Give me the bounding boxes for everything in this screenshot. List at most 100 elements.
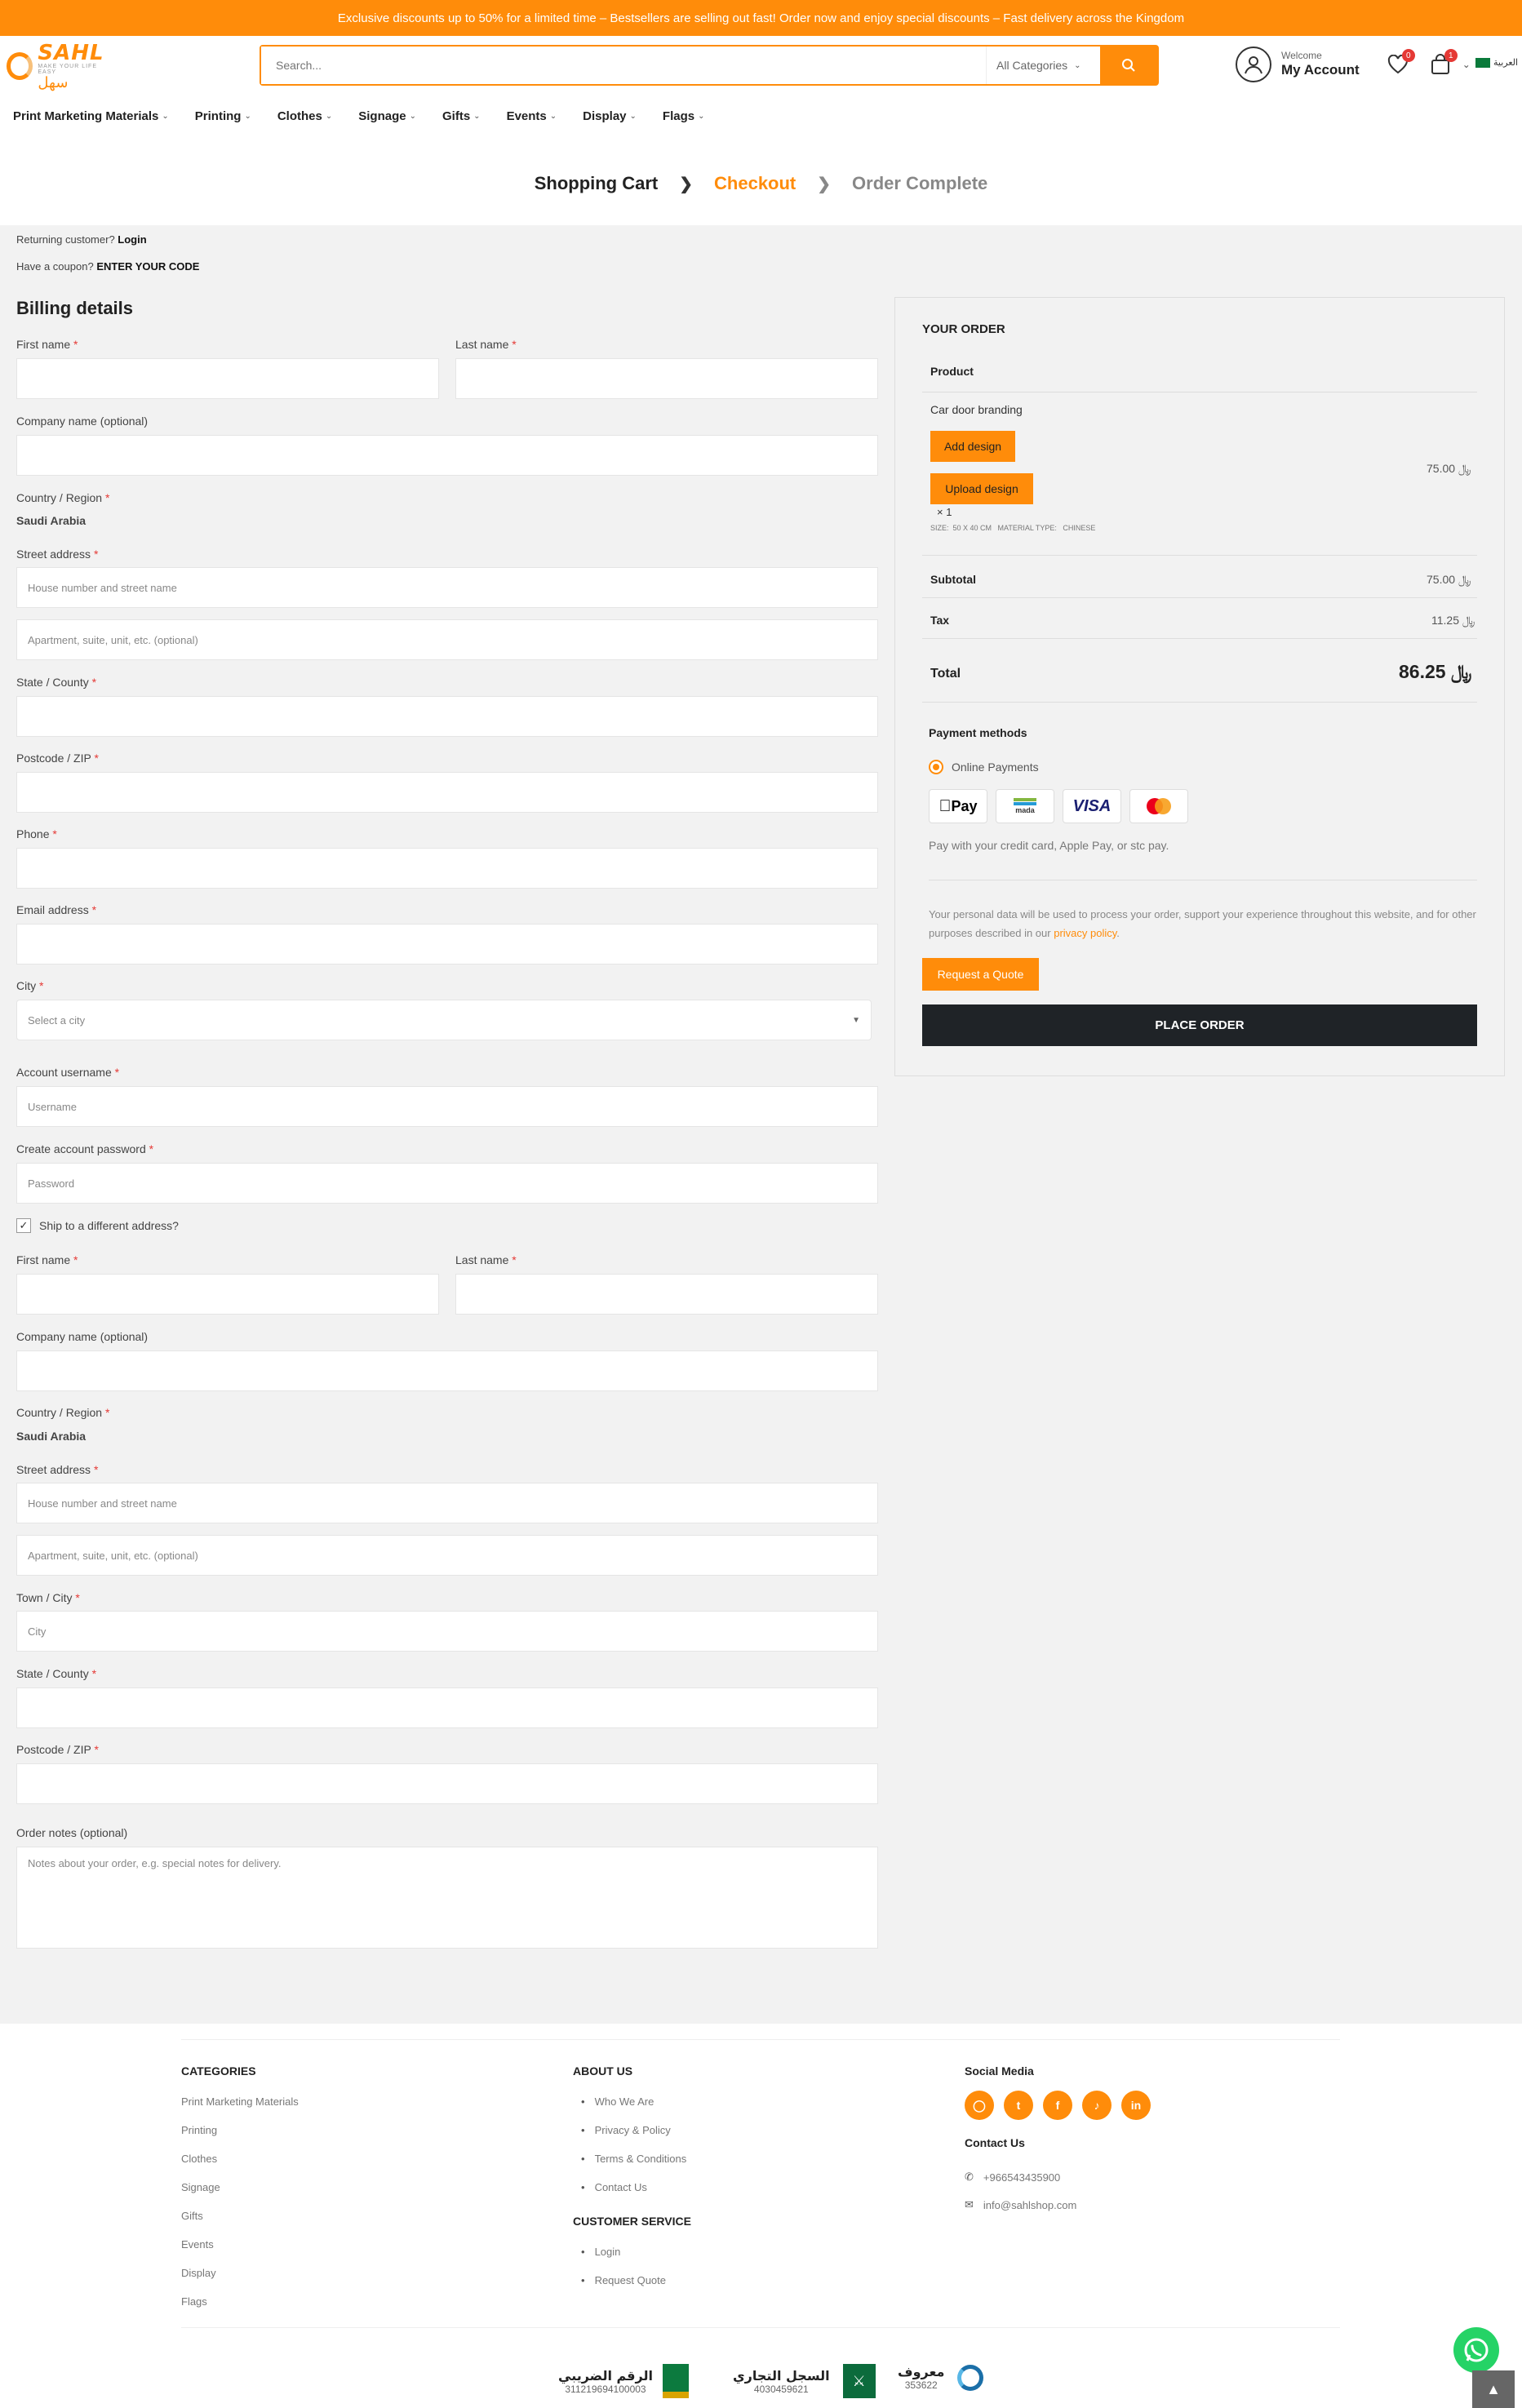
nav-item-events[interactable]: Events ⌄	[507, 106, 557, 126]
shipping-state-input[interactable]	[16, 1687, 878, 1728]
facebook-icon[interactable]: f	[1043, 2091, 1072, 2120]
footer-social-title: Social Media	[965, 2064, 1034, 2078]
footer-link[interactable]: Display	[181, 2267, 299, 2279]
scroll-to-top-button[interactable]: ▲	[1472, 2370, 1515, 2408]
upload-design-button[interactable]: Upload design	[930, 473, 1033, 504]
nav-item-clothes[interactable]: Clothes ⌄	[277, 106, 332, 126]
nav-item-flags[interactable]: Flags ⌄	[663, 106, 705, 126]
billing-state-input[interactable]	[16, 696, 878, 737]
linkedin-icon[interactable]: in	[1121, 2091, 1151, 2120]
account-label: My Account	[1281, 62, 1360, 78]
billing-email-input[interactable]	[16, 924, 878, 965]
shipping-street-input[interactable]: House number and street name	[16, 1483, 878, 1523]
billing-street-input[interactable]: House number and street name	[16, 567, 878, 608]
step-shopping-cart[interactable]: Shopping Cart	[535, 173, 659, 194]
shipping-postcode-input[interactable]	[16, 1763, 878, 1804]
search-button[interactable]	[1100, 47, 1157, 84]
saudi-flag-icon	[1475, 57, 1490, 68]
footer-link[interactable]: Login	[581, 2246, 666, 2258]
search-category-select[interactable]: All Categories ⌄	[986, 47, 1100, 84]
ministry-emblem-icon: ⚔	[842, 2364, 876, 2398]
footer-link[interactable]: Contact Us	[581, 2181, 686, 2193]
apple-pay-logo: Pay	[929, 789, 987, 823]
nav-item-signage[interactable]: Signage ⌄	[358, 106, 416, 126]
payment-option-online[interactable]: Online Payments	[929, 760, 1039, 774]
chevron-down-icon: ⌄	[244, 111, 251, 121]
footer-link[interactable]: Flags	[181, 2295, 299, 2308]
search-icon	[1122, 59, 1135, 72]
chevron-down-icon[interactable]: ⌄	[1462, 59, 1471, 70]
my-account-link[interactable]: Welcome My Account	[1281, 51, 1360, 78]
add-design-button[interactable]: Add design	[930, 431, 1015, 462]
tiktok-icon[interactable]: ♪	[1082, 2091, 1112, 2120]
shipping-first-name-input[interactable]	[16, 1274, 439, 1315]
footer-link[interactable]: Events	[181, 2238, 299, 2251]
billing-company-input[interactable]	[16, 435, 878, 476]
account-password-input[interactable]: Password	[16, 1163, 878, 1204]
account-username-input[interactable]: Username	[16, 1086, 878, 1127]
footer-link[interactable]: Clothes	[181, 2153, 299, 2165]
billing-country-value: Saudi Arabia	[16, 514, 87, 527]
shipping-apartment-input[interactable]: Apartment, suite, unit, etc. (optional)	[16, 1535, 878, 1576]
billing-last-name-input[interactable]	[455, 358, 878, 399]
footer-phone[interactable]: ✆ +966543435900	[965, 2171, 1060, 2184]
total-label: Total	[930, 667, 961, 681]
chevron-down-icon: ⌄	[162, 111, 169, 121]
payment-radio[interactable]	[929, 760, 943, 774]
login-link[interactable]: Login	[118, 233, 146, 246]
logo-arabic: سهل	[38, 74, 69, 91]
footer-link[interactable]: Print Marketing Materials	[181, 2095, 299, 2108]
user-icon[interactable]	[1236, 47, 1271, 82]
footer-email[interactable]: ✉ info@sahlshop.com	[965, 2198, 1076, 2211]
total-value: ﷼ 86.25	[1399, 661, 1472, 682]
footer-link[interactable]: Printing	[181, 2124, 299, 2136]
nav-item-print-marketing[interactable]: Print Marketing Materials ⌄	[13, 106, 169, 126]
footer-link[interactable]: Request Quote	[581, 2274, 666, 2286]
zatca-logo-icon	[662, 2364, 689, 2398]
whatsapp-chat-button[interactable]	[1453, 2327, 1499, 2373]
billing-city-select[interactable]: Select a city ▼	[16, 1000, 872, 1040]
enter-coupon-link[interactable]: ENTER YOUR CODE	[96, 260, 199, 273]
product-name: Car door branding	[930, 403, 1023, 416]
whatsapp-icon	[1464, 2338, 1489, 2362]
footer-link[interactable]: Terms & Conditions	[581, 2153, 687, 2165]
nav-item-display[interactable]: Display ⌄	[583, 106, 637, 126]
instagram-icon[interactable]: ◯	[965, 2091, 994, 2120]
billing-postcode-input[interactable]	[16, 772, 878, 813]
maroof-label: معروف	[898, 2364, 945, 2379]
shipping-town-input[interactable]: City	[16, 1611, 878, 1652]
shipping-street-label: Street address *	[16, 1463, 99, 1476]
footer-link[interactable]: Privacy & Policy	[581, 2124, 686, 2136]
nav-item-printing[interactable]: Printing ⌄	[195, 106, 251, 126]
tax-number-cert: الرقم الضريبي 311219694100003	[558, 2364, 689, 2398]
billing-phone-input[interactable]	[16, 848, 878, 889]
shipping-country-value: Saudi Arabia	[16, 1430, 87, 1443]
tax-number-label: الرقم الضريبي	[558, 2367, 653, 2384]
subtotal-label: Subtotal	[930, 573, 976, 586]
ship-different-checkbox[interactable]: ✓	[16, 1218, 31, 1233]
wishlist-button[interactable]: 0	[1386, 49, 1415, 77]
site-logo[interactable]: SAHL MAKE YOUR LIFE EASY سهل	[7, 42, 113, 91]
request-quote-button[interactable]: Request a Quote	[922, 958, 1039, 991]
wishlist-count-badge: 0	[1401, 49, 1415, 62]
footer-link[interactable]: Who We Are	[581, 2095, 686, 2108]
footer-about-title: ABOUT US	[573, 2064, 633, 2078]
tax-number-value: 311219694100003	[565, 2383, 646, 2395]
tax-label: Tax	[930, 614, 950, 627]
billing-first-name-input[interactable]	[16, 358, 439, 399]
search-input[interactable]	[261, 47, 986, 84]
shipping-company-input[interactable]	[16, 1350, 878, 1391]
shipping-state-label: State / County *	[16, 1667, 97, 1680]
place-order-button[interactable]: PLACE ORDER	[922, 1004, 1477, 1046]
shipping-last-name-input[interactable]	[455, 1274, 878, 1315]
twitter-icon[interactable]: t	[1004, 2091, 1033, 2120]
order-notes-textarea[interactable]: Notes about your order, e.g. special not…	[16, 1847, 878, 1949]
footer-link[interactable]: Signage	[181, 2181, 299, 2193]
billing-apartment-input[interactable]: Apartment, suite, unit, etc. (optional)	[16, 619, 878, 660]
privacy-policy-link[interactable]: privacy policy	[1054, 927, 1116, 939]
footer-link[interactable]: Gifts	[181, 2210, 299, 2222]
footer-about-list: Who We Are Privacy & Policy Terms & Cond…	[581, 2095, 687, 2193]
nav-item-gifts[interactable]: Gifts ⌄	[442, 106, 481, 126]
cart-button[interactable]: 1	[1428, 49, 1458, 77]
language-switcher[interactable]: العربية	[1475, 57, 1518, 68]
